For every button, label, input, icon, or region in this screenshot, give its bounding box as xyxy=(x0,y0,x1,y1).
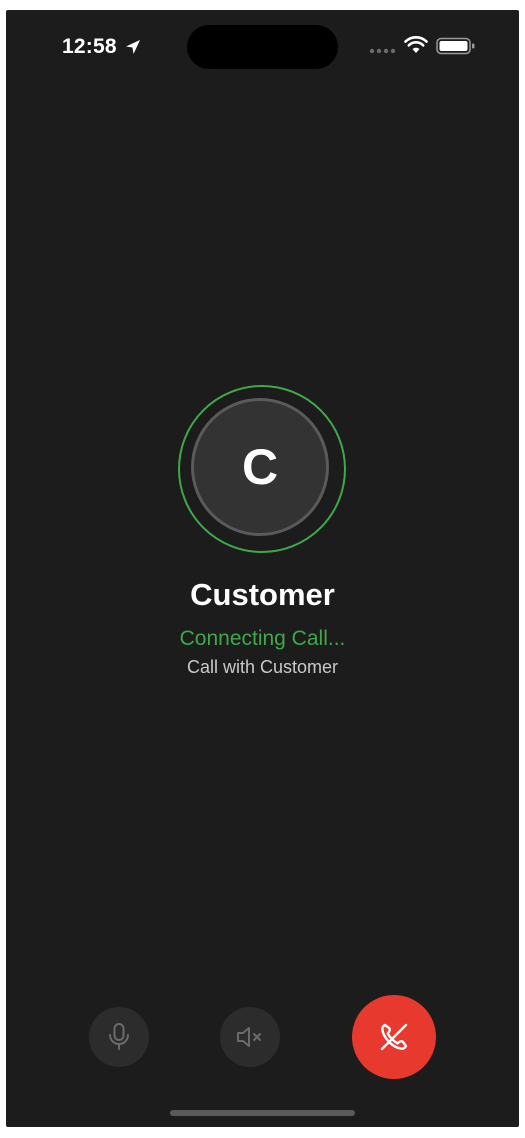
dynamic-island xyxy=(187,25,338,69)
home-indicator[interactable] xyxy=(170,1110,355,1116)
battery-icon xyxy=(436,37,475,55)
avatar-initial: C xyxy=(241,439,279,495)
avatar: C xyxy=(191,398,329,536)
location-arrow-icon xyxy=(126,40,140,54)
phone-hangup-icon xyxy=(380,1023,408,1051)
wifi-icon xyxy=(404,36,428,53)
end-call-button[interactable] xyxy=(352,995,436,1079)
microphone-icon xyxy=(109,1023,129,1050)
call-screen: 12:58 C Customer Connecting Call... Call… xyxy=(6,10,519,1127)
caller-name: Customer xyxy=(190,577,335,612)
call-subtitle: Call with Customer xyxy=(186,657,339,677)
cellular-signal-icon xyxy=(369,48,396,54)
status-time: 12:58 xyxy=(62,35,117,58)
mute-button[interactable] xyxy=(89,1007,149,1067)
speaker-button[interactable] xyxy=(220,1007,280,1067)
call-status: Connecting Call... xyxy=(179,627,346,650)
speaker-muted-icon xyxy=(237,1027,261,1047)
